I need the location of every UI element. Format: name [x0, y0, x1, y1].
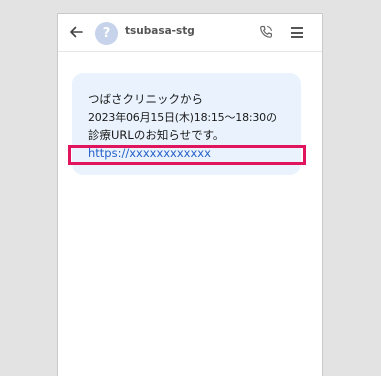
back-arrow-icon[interactable] — [68, 24, 84, 40]
hamburger-menu-icon[interactable] — [291, 27, 303, 38]
message-bubble: つばさクリニックから 2023年06月15日(木)18:15〜18:30の 診療… — [72, 73, 301, 175]
chat-screen: ? tsubasa-stg つばさクリニックから 2023年06月15日(木)1… — [57, 13, 323, 376]
contact-name: tsubasa-stg — [125, 25, 195, 37]
message-line-1: つばさクリニックから — [88, 92, 203, 106]
message-line-3: 診療URLのお知らせです。 — [88, 128, 225, 142]
phone-call-icon[interactable] — [259, 25, 273, 39]
screenshot-frame: ? tsubasa-stg つばさクリニックから 2023年06月15日(木)1… — [0, 0, 381, 376]
chat-header: ? tsubasa-stg — [58, 14, 322, 52]
avatar[interactable]: ? — [95, 22, 118, 45]
consultation-url-link[interactable]: https://xxxxxxxxxxxx — [88, 146, 211, 160]
message-line-2: 2023年06月15日(木)18:15〜18:30の — [88, 111, 277, 124]
